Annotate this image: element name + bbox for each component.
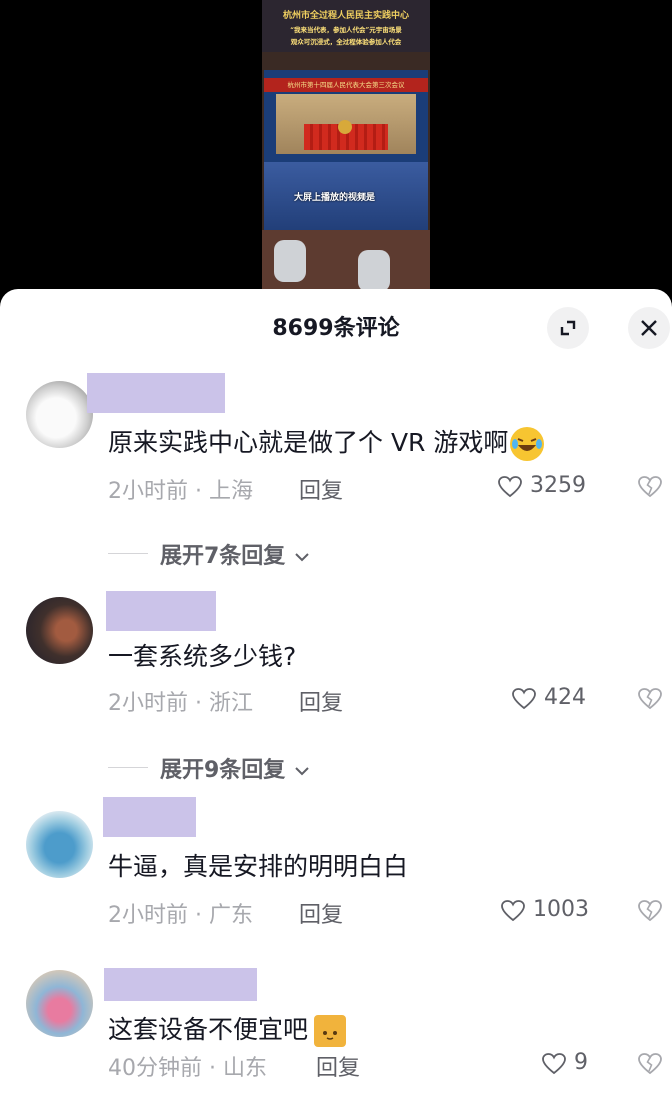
expand-divider	[108, 767, 148, 768]
comment-text: 牛逼，真是安排的明明白白	[108, 852, 409, 881]
chevron-down-icon	[295, 767, 309, 776]
dislike-button[interactable]	[637, 687, 663, 715]
comment-time: 2小时前	[108, 479, 188, 504]
comment-location: 上海	[208, 479, 253, 504]
reply-button[interactable]: 回复	[299, 685, 343, 717]
expand-replies-text: 展开9条回复	[160, 758, 286, 783]
dislike-button[interactable]	[637, 899, 663, 927]
expand-divider	[108, 553, 148, 554]
comment-text: 一套系统多少钱?	[108, 642, 297, 671]
broken-heart-icon	[638, 476, 662, 498]
comment-meta: 2小时前 · 广东	[108, 903, 253, 928]
username[interactable]	[106, 591, 216, 631]
comment-meta: 2小时前 · 浙江	[108, 691, 253, 716]
vr-seat	[358, 250, 390, 290]
video-frame[interactable]: 杭州市全过程人民民主实践中心 “我来当代表，参加人代会”元宇宙场景 观众可沉浸式…	[262, 0, 430, 290]
video-emblem	[338, 120, 352, 134]
heart-icon	[498, 476, 522, 498]
dislike-button[interactable]	[637, 475, 663, 503]
avatar[interactable]	[26, 597, 93, 664]
comment-meta: 40分钟前 · 山东	[108, 1056, 267, 1081]
laughing-tears-icon	[510, 427, 545, 461]
cat-icon	[314, 1015, 347, 1047]
close-button[interactable]	[628, 307, 670, 349]
avatar[interactable]	[26, 970, 93, 1037]
comment-text-body: 这套设备不便宜吧	[108, 1015, 309, 1044]
broken-heart-icon	[638, 1053, 662, 1075]
video-caption-line2: “我来当代表，参加人代会”元宇宙场景	[290, 26, 402, 34]
comment-text: 这套设备不便宜吧	[108, 1010, 347, 1047]
comment-time: 2小时前	[108, 903, 188, 928]
comment-time: 2小时前	[108, 691, 188, 716]
avatar[interactable]	[26, 381, 93, 448]
comments-panel: 8699条评论 原来实践中心就是做了个 VR 游戏啊 2小时前 · 上海 回复 …	[0, 289, 672, 1093]
comment-text: 原来实践中心就是做了个 VR 游戏啊	[108, 423, 545, 461]
comment-location: 浙江	[208, 691, 253, 716]
username[interactable]	[103, 797, 196, 837]
heart-icon	[542, 1053, 566, 1075]
expand-panel-button[interactable]	[547, 307, 589, 349]
like-count: 9	[574, 1050, 588, 1075]
heart-icon	[501, 900, 525, 922]
like-count: 424	[544, 685, 586, 710]
comment-location: 广东	[208, 903, 253, 928]
video-caption-line3: 观众可沉浸式，全过程体验参加人代会	[290, 38, 402, 46]
video-caption-area: 杭州市全过程人民民主实践中心 “我来当代表，参加人代会”元宇宙场景 观众可沉浸式…	[262, 0, 430, 52]
comment-time: 40分钟前	[108, 1056, 202, 1081]
chevron-down-icon	[295, 553, 309, 562]
username[interactable]	[104, 968, 257, 1001]
close-icon	[641, 320, 657, 336]
video-floor	[262, 230, 430, 290]
like-count: 1003	[533, 897, 589, 922]
video-screen-banner: 杭州市第十四届人民代表大会第三次会议	[264, 78, 428, 92]
comment-meta: 2小时前 · 上海	[108, 479, 253, 504]
dislike-button[interactable]	[637, 1052, 663, 1080]
like-count: 3259	[530, 473, 586, 498]
expand-replies-text: 展开7条回复	[160, 544, 286, 569]
broken-heart-icon	[638, 688, 662, 710]
video-subtitle: 大屏上播放的视频是	[294, 193, 376, 203]
reply-button[interactable]: 回复	[299, 897, 343, 929]
expand-replies-label: 展开7条回复	[160, 538, 311, 570]
vr-seat	[274, 240, 306, 282]
reply-button[interactable]: 回复	[316, 1050, 360, 1082]
video-caption-line1: 杭州市全过程人民民主实践中心	[282, 11, 409, 21]
collapse-arrows-icon	[560, 320, 576, 336]
reply-button[interactable]: 回复	[299, 473, 343, 505]
username[interactable]	[87, 373, 225, 413]
broken-heart-icon	[638, 900, 662, 922]
video-big-screen: 杭州市第十四届人民代表大会第三次会议 大屏上播放的视频是	[264, 70, 428, 230]
avatar[interactable]	[26, 811, 93, 878]
heart-icon	[512, 688, 536, 710]
video-player[interactable]: 杭州市全过程人民民主实践中心 “我来当代表，参加人代会”元宇宙场景 观众可沉浸式…	[0, 0, 672, 300]
comment-location: 山东	[222, 1056, 267, 1081]
expand-replies-label: 展开9条回复	[160, 752, 311, 784]
comment-text-body: 原来实践中心就是做了个 VR 游戏啊	[108, 428, 509, 457]
